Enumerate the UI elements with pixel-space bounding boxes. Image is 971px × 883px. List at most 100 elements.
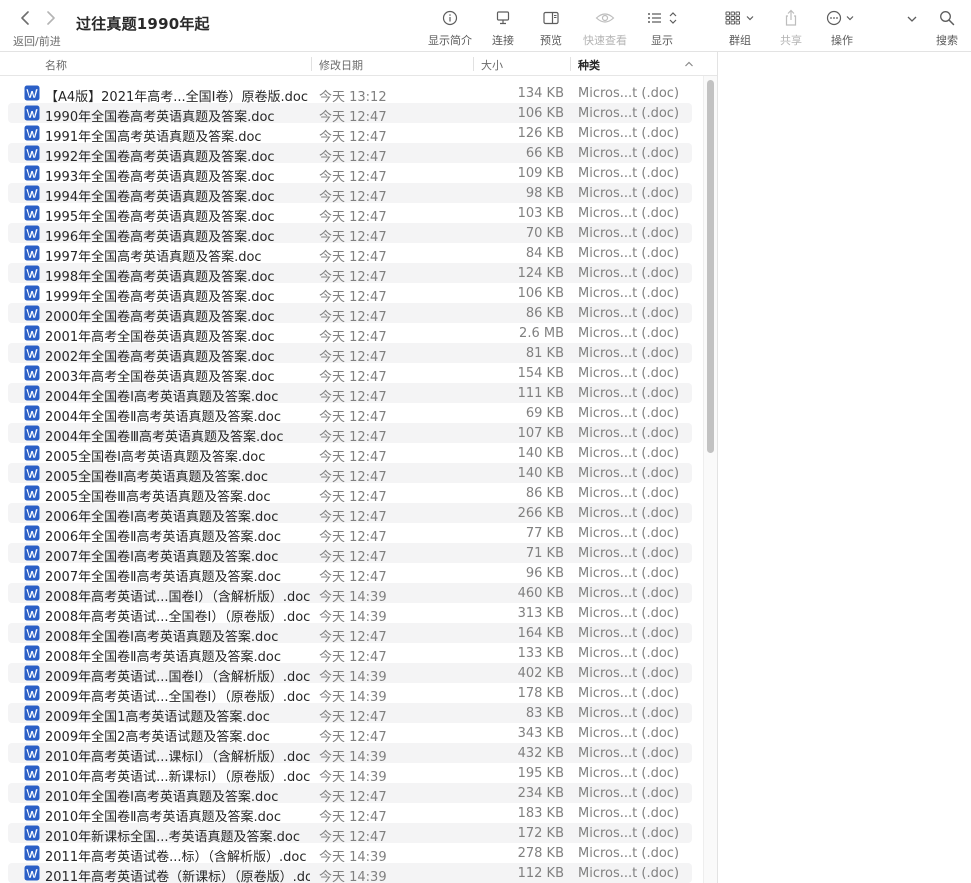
word-document-icon (24, 325, 40, 341)
file-row[interactable]: 2010年新课标全国...考英语真题及答案.doc 今天 12:47 172 KB M… (8, 823, 692, 845)
file-row[interactable]: 2005全国卷Ⅰ高考英语真题及答案.doc 今天 12:47 140 KB Micro… (8, 443, 692, 465)
file-row[interactable]: 1991年全国高考英语真题及答案.doc 今天 12:47 126 KB Micros… (8, 123, 692, 145)
preview-button[interactable]: 预览 (536, 8, 566, 48)
file-row[interactable]: 2003年高考全国卷英语真题及答案.doc 今天 12:47 154 KB Micro… (8, 363, 692, 385)
file-row[interactable]: 1998年全国卷高考英语真题及答案.doc 今天 12:47 124 KB Micro… (8, 263, 692, 285)
search-button[interactable]: 搜索 (932, 8, 962, 48)
word-document-icon (24, 825, 40, 841)
file-size: 69 KB (525, 406, 564, 421)
file-row[interactable]: 2010年全国卷Ⅰ高考英语真题及答案.doc 今天 12:47 234 KB Micr… (8, 783, 692, 805)
toolbar-overflow-button[interactable] (903, 8, 921, 48)
file-row[interactable]: 2004年全国卷Ⅰ高考英语真题及答案.doc 今天 12:47 111 KB Micr… (8, 383, 692, 405)
file-size: 2.6 MB (519, 326, 564, 341)
file-row[interactable]: 1994年全国卷高考英语真题及答案.doc 今天 12:47 98 KB Micros… (8, 183, 692, 205)
file-kind: Micros...t (.doc) (578, 146, 680, 161)
file-size: 402 KB (517, 666, 564, 681)
word-document-icon (24, 865, 40, 881)
file-kind: Micros...t (.doc) (578, 426, 680, 441)
file-row[interactable]: 2009年全国2高考英语试题及答案.doc 今天 12:47 343 KB Micro… (8, 723, 692, 745)
ellipsis-circle-icon (826, 10, 854, 26)
group-button[interactable]: 群组 (724, 8, 756, 48)
file-row[interactable]: 2008年高考英语试...全国卷Ⅰ）（原卷版）.doc 今天 14:39 313 K… (8, 603, 692, 625)
column-divider[interactable] (473, 57, 474, 71)
quick-look-button[interactable]: 快速查看 (580, 8, 630, 48)
column-header-date[interactable]: 修改日期 (319, 57, 363, 73)
file-row[interactable]: 2004年全国卷Ⅲ高考英语真题及答案.doc 今天 12:47 107 KB Micr… (8, 423, 692, 445)
file-kind: Micros...t (.doc) (578, 826, 680, 841)
vertical-scrollbar[interactable] (703, 76, 717, 883)
file-size: 343 KB (517, 726, 564, 741)
file-size: 71 KB (525, 546, 564, 561)
file-size: 96 KB (525, 566, 564, 581)
word-document-icon (24, 85, 40, 101)
get-info-button[interactable]: 显示简介 (425, 8, 475, 48)
column-header-size[interactable]: 大小 (481, 57, 503, 73)
file-row[interactable]: 2008年高考英语试...国卷Ⅰ）（含解析版）.doc 今天 14:39 460 K… (8, 583, 692, 605)
file-row[interactable]: 1993年全国卷高考英语真题及答案.doc 今天 12:47 109 KB Micro… (8, 163, 692, 185)
word-document-icon (24, 525, 40, 541)
file-row[interactable]: 2004年全国卷Ⅱ高考英语真题及答案.doc 今天 12:47 69 KB Micro… (8, 403, 692, 425)
word-document-icon (24, 405, 40, 421)
action-label: 操作 (831, 34, 853, 47)
file-size: 313 KB (517, 606, 564, 621)
file-row[interactable]: 1997年全国高考英语真题及答案.doc 今天 12:47 84 KB Micros.… (8, 243, 692, 265)
file-row[interactable]: 2006年全国卷Ⅱ高考英语真题及答案.doc 今天 12:47 77 KB Micro… (8, 523, 692, 545)
file-row[interactable]: 1996年全国卷高考英语真题及答案.doc 今天 12:47 70 KB Micros… (8, 223, 692, 245)
column-divider[interactable] (570, 57, 571, 71)
forward-chevron-icon[interactable] (46, 11, 56, 25)
word-document-icon (24, 245, 40, 261)
file-kind: Micros...t (.doc) (578, 266, 680, 281)
file-kind: Micros...t (.doc) (578, 746, 680, 761)
file-row[interactable]: 2011年高考英语试卷...标）（含解析版）.doc 今天 14:39 278 KB… (8, 843, 692, 865)
file-row[interactable]: 2011年高考英语试卷（新课标）（原卷版）.doc 今天 14:39 112 KB M… (8, 863, 692, 883)
file-row[interactable]: 2010年高考英语试...新课标Ⅰ）（原卷版）.doc 今天 14:39 195 K… (8, 763, 692, 785)
file-row[interactable]: 1992年全国卷高考英语真题及答案.doc 今天 12:47 66 KB Micros… (8, 143, 692, 165)
file-list: 【A4版】2021年高考...全国Ⅰ卷）原卷版.doc 今天 13:12 134 K… (0, 83, 705, 883)
file-row[interactable]: 1999年全国卷高考英语真题及答案.doc 今天 12:47 106 KB Micro… (8, 283, 692, 305)
word-document-icon (24, 685, 40, 701)
file-row[interactable]: 2010年全国卷Ⅱ高考英语真题及答案.doc 今天 12:47 183 KB Micr… (8, 803, 692, 825)
file-row[interactable]: 2009年全国1高考英语试题及答案.doc 今天 12:47 83 KB Micros… (8, 703, 692, 725)
file-row[interactable]: 2000年全国卷高考英语真题及答案.doc 今天 12:47 86 KB Micros… (8, 303, 692, 325)
word-document-icon (24, 265, 40, 281)
file-size: 84 KB (525, 246, 564, 261)
column-header-name[interactable]: 名称 (45, 57, 67, 73)
view-options-button[interactable]: 显示 (645, 8, 679, 48)
file-row[interactable]: 2009年高考英语试...国卷Ⅰ）（含解析版）.doc 今天 14:39 402 K… (8, 663, 692, 685)
back-chevron-icon[interactable] (20, 11, 30, 25)
file-kind: Micros...t (.doc) (578, 386, 680, 401)
word-document-icon (24, 165, 40, 181)
scrollbar-thumb[interactable] (707, 80, 714, 453)
file-row[interactable]: 2009年高考英语试...全国卷Ⅰ）（原卷版）.doc 今天 14:39 178 K… (8, 683, 692, 705)
file-size: 133 KB (517, 646, 564, 661)
file-row[interactable]: 2006年全国卷Ⅰ高考英语真题及答案.doc 今天 12:47 266 KB Micr… (8, 503, 692, 525)
share-button[interactable]: 共享 (778, 8, 804, 48)
file-kind: Micros...t (.doc) (578, 466, 680, 481)
connect-button[interactable]: 连接 (488, 8, 518, 48)
file-row[interactable]: 2005全国卷Ⅲ高考英语真题及答案.doc 今天 12:47 86 KB Micros… (8, 483, 692, 505)
file-row[interactable]: 2008年全国卷Ⅱ高考英语真题及答案.doc 今天 12:47 133 KB Micr… (8, 643, 692, 665)
file-row[interactable]: 2001年高考全国卷英语真题及答案.doc 今天 12:47 2.6 MB Micro… (8, 323, 692, 345)
file-row[interactable]: 2007年全国卷Ⅰ高考英语真题及答案.doc 今天 12:47 71 KB Micro… (8, 543, 692, 565)
file-row[interactable]: 【A4版】2021年高考...全国Ⅰ卷）原卷版.doc 今天 13:12 134 K… (8, 83, 692, 105)
word-document-icon (24, 765, 40, 781)
file-size: 164 KB (517, 626, 564, 641)
word-document-icon (24, 365, 40, 381)
file-size: 183 KB (517, 806, 564, 821)
column-divider[interactable] (311, 57, 312, 71)
file-row[interactable]: 1995年全国卷高考英语真题及答案.doc 今天 12:47 103 KB Micro… (8, 203, 692, 225)
list-view-icon (648, 12, 677, 24)
column-header-kind[interactable]: 种类 (578, 57, 600, 73)
file-row[interactable]: 2008年全国卷Ⅰ高考英语真题及答案.doc 今天 12:47 164 KB Micr… (8, 623, 692, 645)
file-row[interactable]: 2002年全国卷高考英语真题及答案.doc 今天 12:47 81 KB Micros… (8, 343, 692, 365)
file-size: 106 KB (517, 286, 564, 301)
file-row[interactable]: 2010年高考英语试...课标Ⅰ）（含解析版）.doc 今天 14:39 432 K… (8, 743, 692, 765)
preview-pane-divider[interactable] (717, 52, 718, 883)
word-document-icon (24, 105, 40, 121)
file-row[interactable]: 2007年全国卷Ⅱ高考英语真题及答案.doc 今天 12:47 96 KB Micro… (8, 563, 692, 585)
file-row[interactable]: 2005全国卷Ⅱ高考英语真题及答案.doc 今天 12:47 140 KB Micro… (8, 463, 692, 485)
file-row[interactable]: 1990年全国卷高考英语真题及答案.doc 今天 12:47 106 KB Micro… (8, 103, 692, 125)
file-size: 70 KB (525, 226, 564, 241)
action-button[interactable]: 操作 (826, 8, 858, 48)
sort-ascending-icon[interactable] (684, 60, 694, 68)
